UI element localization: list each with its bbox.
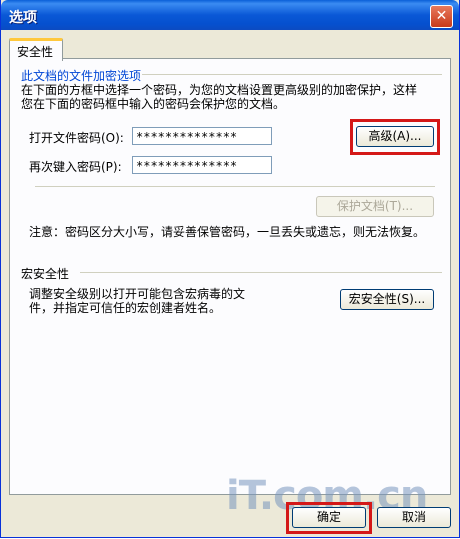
password-note: 注意：密码区分大小写，请妥善保管密码，一旦丢失或遗忘，则无法恢复。	[29, 225, 426, 239]
title-bar[interactable]: 选项 ✕	[1, 0, 459, 30]
tab-security[interactable]: 安全性	[9, 38, 63, 61]
protect-document-button[interactable]: 保护文档(T)...	[316, 196, 434, 217]
encryption-description-line2: 您在下面的密码框中输入的密码会保护您的文档。	[21, 97, 286, 111]
close-icon[interactable]: ✕	[430, 5, 453, 28]
security-panel: 此文档的文件加密选项 在下面的方框中选择一个密码，为您的文档设置更高级别的加密保…	[9, 58, 451, 519]
reenter-password-label: 再次键入密码(P):	[29, 160, 122, 174]
macro-description-line2: 件，并指定可信任的宏创建者姓名。	[29, 301, 222, 315]
tab-security-label: 安全性	[17, 45, 54, 59]
reenter-password-field[interactable]: **************	[132, 156, 272, 174]
macro-security-button[interactable]: 宏安全性(S)...	[340, 289, 434, 310]
macro-section-title: 宏安全性	[21, 267, 70, 281]
section-divider	[142, 74, 442, 75]
section-divider	[80, 272, 442, 273]
ok-button[interactable]: 确定	[292, 507, 366, 528]
open-password-field[interactable]: **************	[132, 127, 272, 145]
cancel-button[interactable]: 取消	[377, 507, 451, 528]
advanced-button[interactable]: 高级(A)...	[356, 126, 434, 147]
open-password-label: 打开文件密码(O):	[29, 131, 124, 145]
section-divider	[35, 186, 435, 187]
options-dialog: 选项 ✕ 安全性 此文档的文件加密选项 在下面的方框中选择一个密码，为您的文档设…	[0, 0, 460, 538]
dialog-title: 选项	[9, 10, 37, 26]
